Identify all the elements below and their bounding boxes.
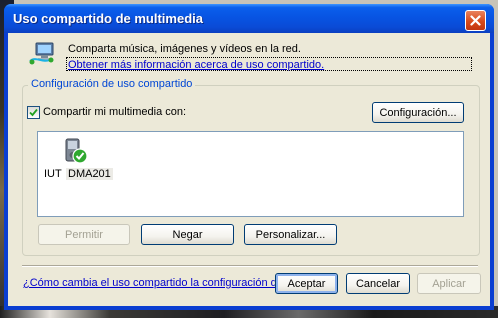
share-media-checkbox[interactable] [27,106,40,119]
close-button[interactable] [465,10,486,31]
close-icon [470,15,481,26]
device-list[interactable]: IUT DMA201 [37,131,464,217]
apply-button[interactable]: Aplicar [417,273,481,294]
focus-rectangle [66,57,472,71]
checkmark-icon [29,108,38,117]
media-device-allowed-icon [65,138,88,164]
media-sharing-dialog: Uso compartido de multimedia Comparta mú… [4,4,494,310]
network-share-icon [29,42,54,65]
share-media-label[interactable]: Compartir mi multimedia con: [43,106,186,118]
configuration-button[interactable]: Configuración... [372,102,464,123]
deny-button[interactable]: Negar [141,224,234,245]
device-label-prefix: IUT [44,168,62,180]
device-label-name: DMA201 [66,168,113,180]
separator [22,265,478,267]
customize-button[interactable]: Personalizar... [244,224,337,245]
info-text: Comparta música, imágenes y vídeos en la… [68,43,301,55]
cancel-button[interactable]: Cancelar [346,273,410,294]
title-bar[interactable]: Uso compartido de multimedia [4,4,494,33]
dialog-body: Comparta música, imágenes y vídeos en la… [8,33,490,306]
group-title: Configuración de uso compartido [28,78,196,90]
window-title: Uso compartido de multimedia [13,11,203,26]
ok-button[interactable]: Aceptar [275,273,338,294]
allow-button[interactable]: Permitir [38,224,130,245]
